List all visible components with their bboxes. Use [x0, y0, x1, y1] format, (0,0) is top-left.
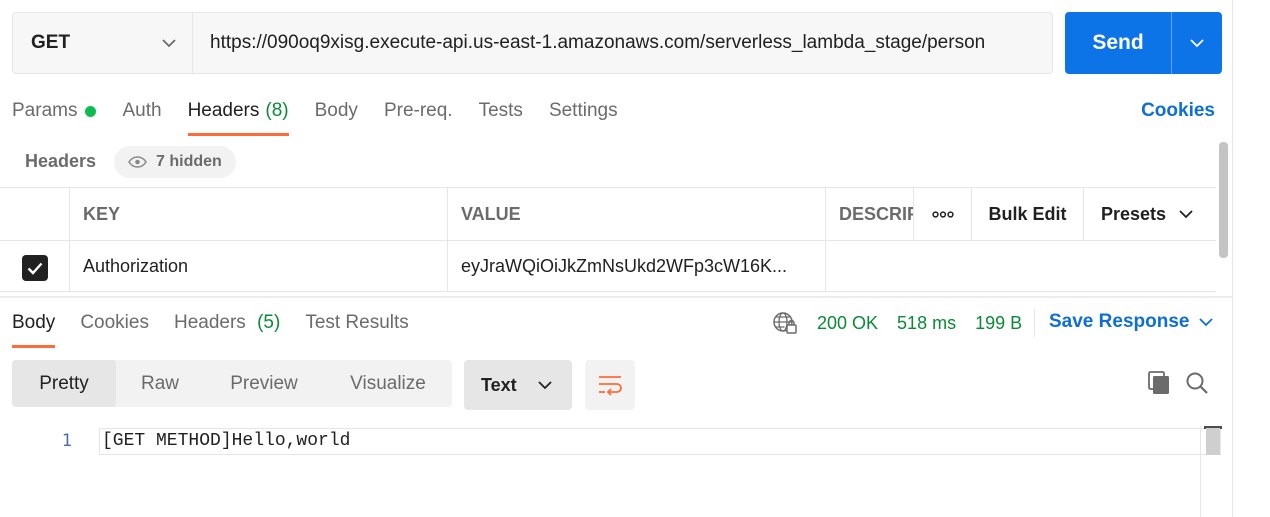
eye-icon [128, 156, 147, 168]
panel-divider [1232, 0, 1233, 517]
response-meta: 200 OK 518 ms 199 B [772, 311, 1022, 335]
chevron-down-icon [1179, 209, 1193, 218]
save-response-label: Save Response [1049, 311, 1190, 332]
search-icon[interactable] [1185, 371, 1209, 400]
tab-settings-label: Settings [548, 100, 618, 121]
editor-scroll-track [1200, 426, 1201, 517]
tab-body-label: Body [314, 100, 358, 121]
request-tabs: Params Auth Headers (8) Body Pre-req. Te… [12, 96, 644, 136]
tab-response-cookies[interactable]: Cookies [80, 308, 149, 348]
row-description[interactable] [826, 241, 1216, 291]
response-body-editor[interactable]: 1 [GET METHOD]Hello,world [0, 426, 1222, 517]
tab-prereq-label: Pre-req. [383, 100, 453, 121]
tab-settings[interactable]: Settings [549, 96, 618, 136]
view-mode-preview[interactable]: Preview [204, 360, 324, 407]
chevron-down-icon [538, 380, 552, 389]
url-input[interactable]: https://090oq9xisg.execute-api.us-east-1… [193, 13, 1052, 73]
view-mode-pretty[interactable]: Pretty [12, 360, 116, 407]
cookies-link[interactable]: Cookies [1141, 100, 1215, 122]
hidden-headers-toggle[interactable]: 7 hidden [114, 146, 236, 178]
checkmark-icon [27, 262, 42, 275]
format-label: Text [481, 374, 517, 395]
tab-prereq[interactable]: Pre-req. [384, 96, 453, 136]
send-button[interactable]: Send [1065, 12, 1171, 74]
chevron-down-icon [162, 38, 176, 47]
wrap-lines-icon [599, 376, 622, 396]
presets-label: Presets [1101, 203, 1167, 224]
table-row: Authorization eyJraWQiOiJkZmNsUkd2WFp3cW… [0, 241, 1216, 292]
headers-section-label: Headers [25, 151, 97, 171]
tab-response-headers[interactable]: Headers (5) [174, 308, 280, 348]
save-response-button[interactable]: Save Response [1049, 311, 1214, 333]
tab-headers-label: Headers [187, 100, 260, 121]
presets-dropdown[interactable]: Presets [1084, 188, 1216, 240]
request-response-divider[interactable] [0, 296, 1232, 298]
response-size[interactable]: 199 B [975, 313, 1022, 334]
tab-headers[interactable]: Headers (8) [187, 96, 289, 136]
editor-scrollbar[interactable] [1206, 428, 1220, 455]
column-value: VALUE [448, 188, 826, 240]
column-key: KEY [70, 188, 448, 240]
row-checkbox-cell [0, 241, 70, 291]
tab-headers-count: (8) [265, 100, 289, 121]
line-number: 1 [61, 431, 72, 451]
more-options-button[interactable] [914, 188, 972, 240]
column-description: DESCRIPTION [826, 188, 914, 240]
tab-auth[interactable]: Auth [122, 96, 161, 136]
tab-params-label: Params [12, 100, 78, 121]
request-bar: GET https://090oq9xisg.execute-api.us-ea… [12, 12, 1053, 74]
more-horizontal-icon [931, 210, 954, 218]
view-mode-segmented: Pretty Raw Preview Visualize [12, 360, 452, 407]
response-tabs: Body Cookies Headers (5) Test Results [12, 308, 434, 348]
tab-tests-label: Tests [478, 100, 523, 121]
table-header-row: KEY VALUE DESCRIPTION Bulk Edit Presets [0, 188, 1216, 241]
tab-auth-label: Auth [122, 100, 162, 121]
send-button-group: Send [1065, 12, 1222, 74]
headers-scrollbar[interactable] [1219, 142, 1228, 258]
url-text: https://090oq9xisg.execute-api.us-east-1… [210, 32, 986, 53]
status-code[interactable]: 200 OK [817, 313, 878, 334]
tab-response-headers-count: (5) [257, 312, 281, 333]
tab-body[interactable]: Body [315, 96, 358, 136]
method-select[interactable]: GET [13, 13, 193, 73]
headers-table: KEY VALUE DESCRIPTION Bulk Edit Presets … [0, 187, 1216, 292]
method-label: GET [31, 32, 71, 53]
chevron-down-icon [1190, 38, 1204, 47]
header-checkbox-col [0, 188, 70, 240]
tab-params[interactable]: Params [12, 96, 97, 136]
response-time[interactable]: 518 ms [897, 313, 956, 334]
tab-tests[interactable]: Tests [479, 96, 523, 136]
hidden-headers-label: 7 hidden [156, 153, 222, 170]
code-line[interactable]: [GET METHOD]Hello,world [99, 428, 1221, 455]
view-mode-raw[interactable]: Raw [116, 360, 204, 407]
wrap-lines-button[interactable] [585, 360, 635, 410]
format-dropdown[interactable]: Text [464, 360, 572, 410]
meta-separator [1034, 309, 1035, 337]
params-indicator-dot [85, 106, 97, 117]
copy-icon[interactable] [1147, 370, 1171, 401]
row-key[interactable]: Authorization [70, 241, 448, 291]
send-options-button[interactable] [1171, 12, 1222, 74]
row-value[interactable]: eyJraWQiOiJkZmNsUkd2WFp3cW16K... [448, 241, 826, 291]
tab-test-results[interactable]: Test Results [305, 308, 408, 348]
tab-response-headers-label: Headers [173, 312, 246, 333]
network-globe-icon[interactable] [772, 311, 798, 335]
row-checkbox[interactable] [21, 255, 48, 281]
view-mode-visualize[interactable]: Visualize [324, 360, 452, 407]
bulk-edit-button[interactable]: Bulk Edit [972, 188, 1084, 240]
tab-response-body[interactable]: Body [12, 308, 56, 348]
chevron-down-icon [1199, 317, 1214, 326]
